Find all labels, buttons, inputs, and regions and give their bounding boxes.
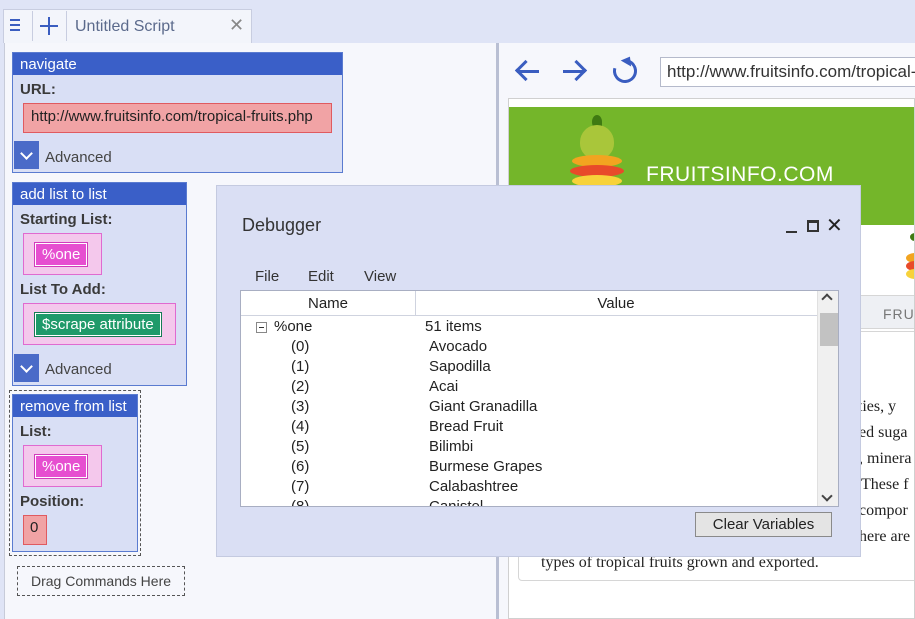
column-header-value[interactable]: Value (416, 291, 816, 316)
table-row[interactable]: (5) Bilimbi (241, 437, 817, 457)
article-text: These f (861, 476, 909, 493)
list-to-add-label: List To Add: (20, 281, 106, 298)
menu-edit[interactable]: Edit (308, 268, 334, 285)
scroll-down-icon[interactable] (821, 490, 833, 502)
variable-name: %one (274, 318, 313, 335)
table-row[interactable]: (4) Bread Fruit (241, 417, 817, 437)
close-icon[interactable]: ✕ (826, 216, 843, 236)
grid-header: Name Value (241, 291, 817, 316)
position-label: Position: (20, 493, 85, 510)
scroll-thumb[interactable] (820, 313, 838, 346)
fruit-logo-small-image (906, 233, 914, 283)
item-index: (2) (291, 378, 310, 395)
new-tab-plus-icon[interactable] (40, 17, 58, 35)
site-name[interactable]: FRUITSINFO.COM (646, 163, 834, 187)
item-index: (8) (291, 498, 310, 507)
item-value: Sapodilla (429, 358, 491, 375)
item-index: (1) (291, 358, 310, 375)
article-text: , minera (859, 450, 912, 467)
drag-commands-drop-zone[interactable]: Drag Commands Here (17, 566, 185, 596)
site-nav-item[interactable]: FRU (883, 306, 914, 322)
collapse-icon[interactable] (256, 322, 267, 333)
item-value: Avocado (429, 338, 488, 355)
command-title: remove from list (13, 395, 137, 417)
variables-grid[interactable]: Name Value %one 51 items (0) Avocado (1)… (240, 290, 839, 507)
item-index: (4) (291, 418, 310, 435)
table-row[interactable]: (3) Giant Granadilla (241, 397, 817, 417)
item-index: (0) (291, 338, 310, 355)
table-row[interactable]: (0) Avocado (241, 337, 817, 357)
tab-divider (66, 11, 67, 41)
article-text: ed suga (859, 424, 908, 441)
debugger-title: Debugger (242, 215, 322, 235)
variable-chip[interactable]: %one (33, 242, 89, 267)
starting-list-label: Starting List: (20, 211, 113, 228)
back-arrow-icon[interactable] (515, 60, 541, 82)
clear-variables-button[interactable]: Clear Variables (695, 512, 832, 537)
forward-arrow-icon[interactable] (561, 60, 587, 82)
advanced-label[interactable]: Advanced (45, 149, 112, 166)
table-row[interactable]: (6) Burmese Grapes (241, 457, 817, 477)
debugger-window[interactable]: Debugger ✕ File Edit View Name Value %on… (217, 186, 860, 556)
address-bar[interactable]: http://www.fruitsinfo.com/tropical-fruit… (660, 57, 915, 87)
advanced-expand-button[interactable] (14, 141, 39, 169)
hamburger-menu-icon[interactable] (10, 19, 20, 31)
item-value: Canistel (429, 498, 484, 507)
list-label: List: (20, 423, 52, 440)
item-index: (3) (291, 398, 310, 415)
item-index: (5) (291, 438, 310, 455)
table-row[interactable]: (2) Acai (241, 377, 817, 397)
item-value: Bread Fruit (429, 418, 504, 435)
scroll-up-icon[interactable] (821, 293, 833, 305)
item-value: Giant Granadilla (429, 398, 538, 415)
fruit-logo-image (566, 115, 626, 195)
url-label: URL: (20, 81, 56, 98)
variable-value: 51 items (425, 318, 482, 335)
maximize-icon[interactable] (807, 220, 819, 232)
table-row[interactable]: (8) Canistel (241, 497, 817, 507)
scrape-attribute-chip[interactable]: $scrape attribute (34, 312, 162, 337)
article-text: compor (859, 502, 908, 519)
item-value: Burmese Grapes (429, 458, 543, 475)
tab-title[interactable]: Untitled Script (75, 18, 175, 36)
minimize-icon[interactable] (786, 231, 797, 233)
item-index: (7) (291, 478, 310, 495)
menu-file[interactable]: File (255, 268, 279, 285)
menu-view[interactable]: View (364, 268, 396, 285)
article-text: here are (859, 528, 911, 545)
column-header-name[interactable]: Name (241, 291, 416, 316)
table-row[interactable]: (1) Sapodilla (241, 357, 817, 377)
tab-divider (32, 11, 33, 41)
advanced-label[interactable]: Advanced (45, 361, 112, 378)
item-value: Acai (429, 378, 459, 395)
tab-close-icon[interactable]: ✕ (229, 16, 244, 34)
command-title: navigate (13, 53, 342, 75)
article-text: types of tropical fruits grown and expor… (541, 554, 819, 571)
vertical-scrollbar[interactable] (817, 291, 838, 506)
item-index: (6) (291, 458, 310, 475)
command-title: add list to list (13, 183, 186, 205)
variable-chip[interactable]: %one (33, 454, 89, 479)
item-value: Calabashtree (429, 478, 519, 495)
url-input[interactable]: http://www.fruitsinfo.com/tropical-fruit… (23, 103, 332, 133)
tree-row-root[interactable]: %one 51 items (241, 317, 817, 337)
item-value: Bilimbi (429, 438, 474, 455)
table-row[interactable]: (7) Calabashtree (241, 477, 817, 497)
advanced-expand-button[interactable] (14, 354, 39, 382)
position-input[interactable]: 0 (23, 515, 47, 545)
